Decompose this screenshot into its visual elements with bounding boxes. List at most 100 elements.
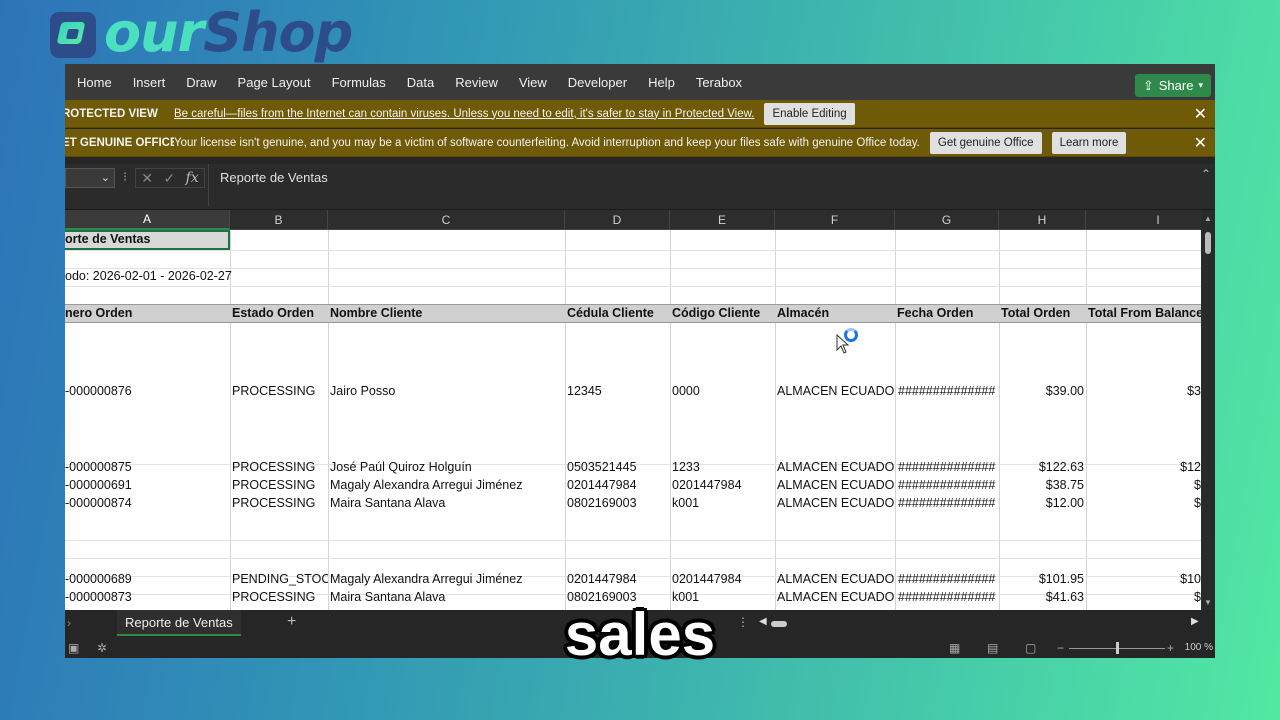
close-icon[interactable]: ✕	[1194, 104, 1207, 124]
table-cell[interactable]: PROCESSING	[232, 459, 328, 475]
table-cell[interactable]: -000000691	[65, 477, 228, 493]
table-cell[interactable]: $12.00	[1001, 495, 1084, 511]
table-cell[interactable]: ALMACEN ECUADOR	[777, 459, 894, 475]
protected-view-bar: ROTECTED VIEW Be careful—files from the …	[65, 100, 1215, 128]
tab-developer[interactable]: Developer	[568, 75, 627, 90]
table-cell[interactable]: PROCESSING	[232, 383, 328, 399]
tab-page-layout[interactable]: Page Layout	[238, 75, 311, 90]
table-cell[interactable]: ALMACEN ECUADOR	[777, 571, 894, 587]
table-cell[interactable]: $12	[1088, 459, 1201, 475]
header-estado-orden: Estado Orden	[232, 306, 314, 320]
column-header-i[interactable]: I	[1086, 210, 1215, 230]
table-cell[interactable]: -000000876	[65, 383, 228, 399]
table-cell[interactable]: PROCESSING	[232, 477, 328, 493]
worksheet-grid[interactable]: orte de Ventas odo: 2026-02-01 - 2026-02…	[65, 230, 1201, 610]
enable-editing-button[interactable]: Enable Editing	[764, 102, 855, 125]
gridline	[670, 230, 671, 610]
brand-wordmark: ourShop	[104, 1, 353, 64]
table-cell[interactable]: $	[1088, 477, 1201, 493]
protected-view-message[interactable]: Be careful—files from the Internet can c…	[174, 108, 754, 120]
table-cell[interactable]: ALMACEN ECUADOR	[777, 477, 894, 493]
table-cell[interactable]: $3	[1088, 383, 1201, 399]
table-cell[interactable]: 0000	[672, 383, 773, 399]
gridline	[65, 540, 1201, 541]
video-caption: sales	[564, 601, 716, 668]
table-cell[interactable]: $10	[1088, 571, 1201, 587]
table-cell[interactable]: $	[1088, 495, 1201, 511]
table-cell[interactable]: Jairo Posso	[330, 383, 563, 399]
confirm-icon[interactable]: ✓	[163, 170, 175, 187]
close-icon[interactable]: ✕	[1194, 133, 1207, 153]
table-cell[interactable]: Magaly Alexandra Arregui Jiménez	[330, 477, 563, 493]
column-header-g[interactable]: G	[895, 210, 999, 230]
column-header-e[interactable]: E	[670, 210, 775, 230]
table-cell[interactable]: José Paúl Quiroz Holguín	[330, 459, 563, 475]
header-almacen: Almacén	[777, 306, 830, 320]
table-cell[interactable]: 0201447984	[672, 477, 773, 493]
table-cell[interactable]: $38.75	[1001, 477, 1084, 493]
scroll-thumb[interactable]	[1205, 232, 1211, 254]
tab-help[interactable]: Help	[648, 75, 675, 90]
table-cell[interactable]: 0201447984	[567, 571, 668, 587]
scroll-up-icon[interactable]: ▲	[1204, 214, 1212, 223]
column-header-b[interactable]: B	[230, 210, 328, 230]
vertical-scrollbar[interactable]: ▲ ▼	[1201, 210, 1215, 610]
tab-formulas[interactable]: Formulas	[332, 75, 386, 90]
header-codigo-cliente: Código Cliente	[672, 306, 761, 320]
more-options-icon[interactable]: ⁝	[123, 169, 127, 185]
gridline	[895, 230, 896, 610]
collapse-icon[interactable]: ⌃	[1201, 167, 1211, 181]
name-box[interactable]: ⌄	[65, 168, 115, 188]
table-cell[interactable]: 0802169003	[567, 495, 668, 511]
column-header-f[interactable]: F	[775, 210, 895, 230]
loading-spinner-icon	[844, 328, 858, 342]
table-cell[interactable]: -000000689	[65, 571, 228, 587]
tab-home[interactable]: Home	[77, 75, 112, 90]
tab-draw[interactable]: Draw	[186, 75, 216, 90]
table-cell[interactable]: ##############	[898, 571, 998, 587]
table-cell[interactable]: 12345	[567, 383, 668, 399]
header-numero-orden: nero Orden	[65, 306, 133, 320]
column-header-h[interactable]: H	[999, 210, 1086, 230]
table-cell[interactable]: ##############	[898, 495, 998, 511]
tab-insert[interactable]: Insert	[133, 75, 166, 90]
column-header-a[interactable]: A	[65, 210, 230, 230]
table-cell[interactable]: k001	[672, 495, 773, 511]
gridline	[999, 230, 1000, 610]
table-cell[interactable]: -000000874	[65, 495, 228, 511]
table-cell[interactable]: 0503521445	[567, 459, 668, 475]
table-cell[interactable]: PENDING_STOCK	[232, 571, 328, 587]
table-cell[interactable]: 1233	[672, 459, 773, 475]
table-cell[interactable]: ##############	[898, 383, 998, 399]
cancel-icon[interactable]: ✕	[141, 170, 153, 187]
column-header-d[interactable]: D	[565, 210, 670, 230]
get-genuine-office-button[interactable]: Get genuine Office	[929, 131, 1042, 154]
table-cell[interactable]: $101.95	[1001, 571, 1084, 587]
tab-terabox[interactable]: Terabox	[696, 75, 742, 90]
table-cell[interactable]: ##############	[898, 477, 998, 493]
table-cell[interactable]: ##############	[898, 459, 998, 475]
table-cell[interactable]: Maira Santana Alava	[330, 495, 563, 511]
formula-input[interactable]: Reporte de Ventas	[208, 164, 1215, 206]
share-icon: ⇪	[1142, 77, 1154, 93]
learn-more-button[interactable]: Learn more	[1051, 131, 1127, 154]
column-header-c[interactable]: C	[328, 210, 565, 230]
table-cell[interactable]: 0201447984	[672, 571, 773, 587]
table-cell[interactable]: $39.00	[1001, 383, 1084, 399]
table-cell[interactable]: ALMACEN ECUADOR	[777, 495, 894, 511]
table-cell[interactable]: 0201447984	[567, 477, 668, 493]
table-cell[interactable]: ALMACEN ECUADOR	[777, 383, 894, 399]
table-cell[interactable]: -000000875	[65, 459, 228, 475]
tab-view[interactable]: View	[519, 75, 547, 90]
table-cell[interactable]: Magaly Alexandra Arregui Jiménez	[330, 571, 563, 587]
table-header-row: nero Orden Estado Orden Nombre Cliente C…	[65, 304, 1201, 323]
tab-data[interactable]: Data	[407, 75, 434, 90]
table-cell[interactable]: $122.63	[1001, 459, 1084, 475]
ribbon-tabs: Home Insert Draw Page Layout Formulas Da…	[65, 64, 1215, 100]
chevron-down-icon[interactable]: ⌄	[101, 171, 110, 184]
gridline	[328, 230, 329, 610]
share-button[interactable]: ⇪ Share ▾	[1134, 74, 1211, 97]
tab-review[interactable]: Review	[455, 75, 498, 90]
table-cell[interactable]: PROCESSING	[232, 495, 328, 511]
insert-function-icon[interactable]: fx	[186, 170, 199, 186]
